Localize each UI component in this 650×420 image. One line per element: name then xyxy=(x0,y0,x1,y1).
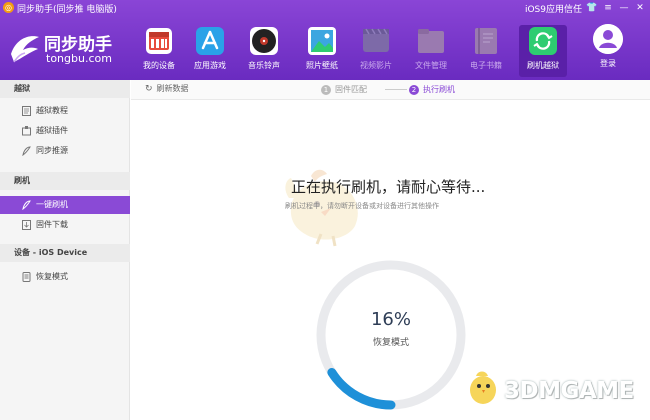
menu-icon[interactable]: ≡ xyxy=(602,2,614,14)
sidebar-item-firmware-download[interactable]: 固件下载 xyxy=(0,216,130,234)
sidebar-item-label: 越狱插件 xyxy=(36,126,68,135)
nav-label: 照片壁纸 xyxy=(306,61,338,70)
book-icon xyxy=(475,28,497,54)
refresh-label: 刷新数据 xyxy=(156,84,189,93)
progress-percent: 16% xyxy=(370,309,411,330)
nav-file-manager[interactable]: 文件管理 xyxy=(407,26,455,76)
watermark-text: 3DMGAME xyxy=(504,378,634,404)
close-icon[interactable]: ✕ xyxy=(634,2,646,14)
video-icon xyxy=(363,28,389,52)
refresh-data-button[interactable]: ↻ 刷新数据 xyxy=(145,83,189,94)
nav-label: 视频影片 xyxy=(360,61,392,70)
nav-ebooks[interactable]: 电子书籍 xyxy=(462,26,510,76)
plugin-icon xyxy=(22,126,31,136)
progress-mode-label: 恢复模式 xyxy=(372,338,409,348)
step-number: 1 xyxy=(321,85,331,95)
step-connector xyxy=(385,89,407,90)
step-label: 执行刷机 xyxy=(423,85,455,94)
flash-progress-ring: 16% 恢复模式 xyxy=(311,255,471,415)
flash-warning-note: 刷机过程中，请勿断开设备或对设备进行其他操作 xyxy=(285,202,439,210)
login-button[interactable]: 登录 xyxy=(586,24,630,76)
main-panel: ↻ 刷新数据 1 固件匹配 2 执行刷机 正在执行刷机，请耐心等待... 刷机过程中，… xyxy=(131,80,650,420)
title-bar: ◎ 同步助手(同步推 电脑版) iOS9应用信任 👕 ≡ — ✕ xyxy=(0,0,650,16)
nav-apps-games[interactable]: 应用游戏 xyxy=(186,26,234,76)
sidebar-item-recovery-mode[interactable]: 恢复模式 xyxy=(0,268,130,286)
sidebar-item-label: 越狱教程 xyxy=(36,106,68,115)
sidebar-item-jailbreak-tutorial[interactable]: 越狱教程 xyxy=(0,102,130,120)
title-bar-controls: iOS9应用信任 👕 ≡ — ✕ xyxy=(521,1,646,15)
sidebar-item-label: 一键刷机 xyxy=(36,200,68,209)
minimize-icon[interactable]: — xyxy=(618,2,630,14)
refresh-icon: ↻ xyxy=(145,84,153,94)
download-icon xyxy=(22,220,31,230)
sidebar-item-one-click-flash[interactable]: 一键刷机 xyxy=(0,196,130,214)
music-disc-icon xyxy=(250,27,278,55)
nav-label: 电子书籍 xyxy=(470,61,502,70)
nav-photos-wallpaper[interactable]: 照片壁纸 xyxy=(298,26,346,76)
toolbar: ↻ 刷新数据 1 固件匹配 2 执行刷机 xyxy=(131,80,650,100)
sidebar-section-flash: 刷机 xyxy=(0,172,130,190)
brand-bird-icon xyxy=(11,36,39,63)
step-execute-flash: 2 执行刷机 xyxy=(409,84,455,95)
sidebar-item-label: 同步推源 xyxy=(36,146,68,155)
step-firmware-match: 1 固件匹配 xyxy=(321,84,367,95)
nav-label: 音乐铃声 xyxy=(248,61,280,70)
ios9-trust-link[interactable]: iOS9应用信任 xyxy=(525,2,582,15)
recovery-icon xyxy=(22,272,31,282)
app-store-icon xyxy=(196,27,224,55)
nav-label: 应用游戏 xyxy=(194,61,226,70)
app-logo-icon: ◎ xyxy=(3,2,14,13)
brand-url: tongbu.com xyxy=(46,52,112,65)
nav-label: 我的设备 xyxy=(143,61,175,70)
step-label: 固件匹配 xyxy=(335,85,367,94)
sidebar: 越狱 越狱教程 越狱插件 同步推源 刷机 一键刷机 固件下载 设备 - iOS … xyxy=(0,80,130,420)
sidebar-item-tongbu-source[interactable]: 同步推源 xyxy=(0,142,130,160)
brand-logo[interactable]: 同步助手 tongbu.com xyxy=(8,28,128,70)
flash-status-title: 正在执行刷机，请耐心等待... xyxy=(291,178,486,196)
step-number: 2 xyxy=(409,85,419,95)
nav-music-ringtone[interactable]: 音乐铃声 xyxy=(240,26,288,76)
folder-icon xyxy=(418,29,444,53)
flash-icon xyxy=(22,200,31,210)
device-icon xyxy=(146,28,172,54)
login-label: 登录 xyxy=(600,59,616,68)
app-window: ◎ 同步助手(同步推 电脑版) iOS9应用信任 👕 ≡ — ✕ 同步助手 to… xyxy=(0,0,650,420)
book-icon xyxy=(22,106,31,116)
photo-icon xyxy=(308,27,336,55)
sidebar-item-jailbreak-plugins[interactable]: 越狱插件 xyxy=(0,122,130,140)
source-icon xyxy=(22,146,31,156)
nav-my-device[interactable]: 我的设备 xyxy=(135,26,183,76)
header: ◎ 同步助手(同步推 电脑版) iOS9应用信任 👕 ≡ — ✕ 同步助手 to… xyxy=(0,0,650,80)
skin-icon[interactable]: 👕 xyxy=(586,2,598,14)
nav-label: 文件管理 xyxy=(415,61,447,70)
user-avatar-icon xyxy=(593,24,623,54)
flash-jailbreak-icon xyxy=(529,27,557,55)
sidebar-item-label: 恢复模式 xyxy=(36,272,68,281)
nav-videos[interactable]: 视频影片 xyxy=(352,26,400,76)
nav-label: 刷机越狱 xyxy=(527,61,559,70)
nav-flash-jailbreak[interactable]: 刷机越狱 xyxy=(519,25,567,77)
sidebar-section-jailbreak: 越狱 xyxy=(0,80,130,98)
sidebar-item-label: 固件下载 xyxy=(36,220,68,229)
watermark-mascot-icon xyxy=(470,371,496,404)
window-title: 同步助手(同步推 电脑版) xyxy=(17,5,117,15)
sidebar-section-device: 设备 - iOS Device xyxy=(0,244,130,262)
